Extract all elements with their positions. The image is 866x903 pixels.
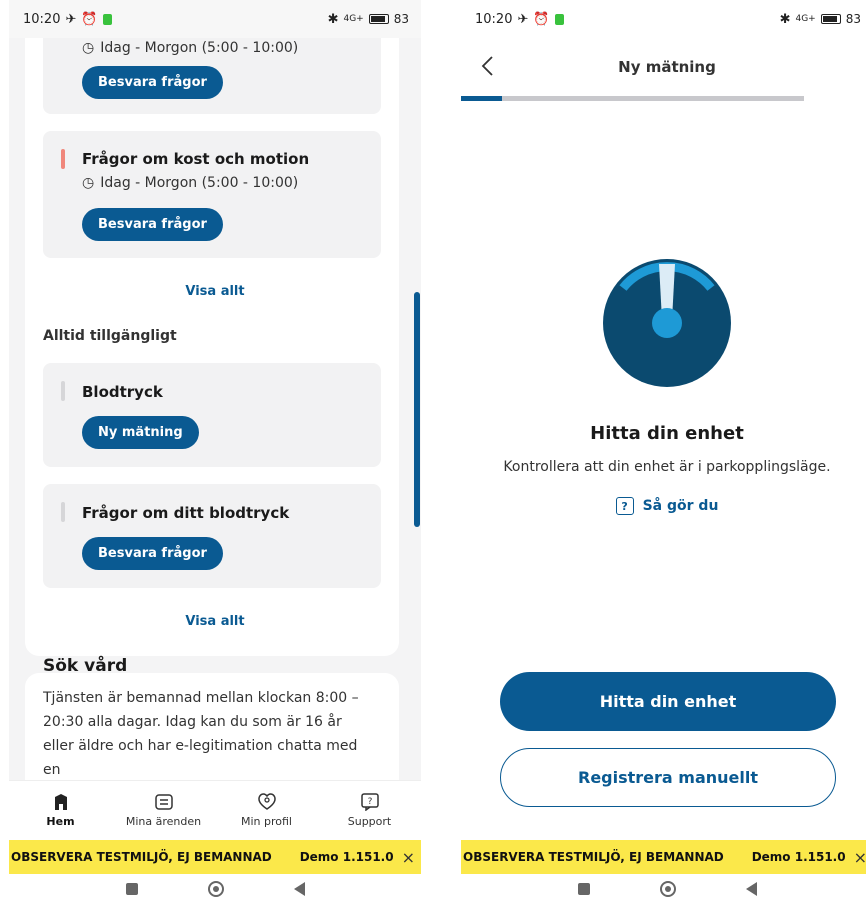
bluetooth-icon: ✱ xyxy=(779,11,791,27)
task-card: ◷ Idag - Morgon (5:00 - 10:00) Besvara f… xyxy=(43,38,381,114)
home-button[interactable] xyxy=(207,880,224,897)
home-icon xyxy=(52,793,70,811)
signal-icon: 4G+ xyxy=(343,14,364,24)
scrollbar[interactable] xyxy=(414,292,420,527)
status-bar: 10:20 ✈ ⏰ ✱ 4G+ 83 xyxy=(9,0,421,38)
status-time: 10:20 xyxy=(475,11,513,27)
status-time: 10:20 xyxy=(23,11,61,27)
search-care-title: Sök vård xyxy=(43,656,128,676)
notification-icon: ✈ xyxy=(517,11,529,27)
item-title: Frågor om ditt blodtryck xyxy=(82,504,290,522)
alarm-icon: ⏰ xyxy=(533,11,550,27)
progress-fill xyxy=(461,96,503,101)
cases-icon xyxy=(154,793,173,811)
how-to-link[interactable]: ? Så gör du xyxy=(461,497,866,515)
top-bar: Ny mätning xyxy=(461,38,866,96)
task-title: Frågor om kost och motion xyxy=(82,150,310,168)
new-measurement-screen: 10:20 ✈ ⏰ ✱ 4G+ 83 Ny mätning Hitta din … xyxy=(461,0,866,903)
task-card: Frågor om kost och motion ◷ Idag - Morgo… xyxy=(43,131,381,258)
back-button[interactable] xyxy=(293,881,305,896)
pairing-instruction: Kontrollera att din enhet är i parkoppli… xyxy=(503,459,831,475)
back-chevron-icon[interactable] xyxy=(475,52,499,80)
system-navigation xyxy=(461,874,866,903)
home-button[interactable] xyxy=(659,880,676,897)
notification-icon: ✈ xyxy=(65,11,77,27)
battery-icon xyxy=(820,14,841,24)
answer-questions-button[interactable]: Besvara frågor xyxy=(82,66,223,99)
version-label: Demo 1.151.0 xyxy=(751,850,846,864)
close-icon[interactable]: × xyxy=(854,848,866,867)
search-care-text: Tjänsten är bemannad mellan klockan 8:00… xyxy=(43,690,359,778)
battery-level: 83 xyxy=(845,12,861,26)
svg-text:?: ? xyxy=(367,797,372,807)
task-time: ◷ Idag - Morgon (5:00 - 10:00) xyxy=(82,40,299,56)
nav-my-cases[interactable]: Mina ärenden xyxy=(112,781,215,840)
always-available-heading: Alltid tillgängligt xyxy=(43,328,177,344)
profile-icon xyxy=(257,793,276,811)
step-progress-bar xyxy=(461,96,804,101)
recent-apps-button[interactable] xyxy=(125,882,138,895)
bluetooth-icon: ✱ xyxy=(327,11,339,27)
nav-home[interactable]: Hem xyxy=(9,781,112,840)
support-icon: ? xyxy=(360,793,379,811)
battery-icon xyxy=(368,14,389,24)
show-all-link[interactable]: Visa allt xyxy=(9,614,421,629)
answer-questions-button[interactable]: Besvara frågor xyxy=(82,537,223,570)
battery-level: 83 xyxy=(393,12,409,26)
test-environment-banner: OBSERVERA TESTMILJÖ, EJ BEMANNAD Demo 1.… xyxy=(461,840,866,874)
help-icon: ? xyxy=(615,497,634,515)
show-all-link[interactable]: Visa allt xyxy=(9,284,421,299)
task-time: ◷ Idag - Morgon (5:00 - 10:00) xyxy=(82,175,299,191)
version-label: Demo 1.151.0 xyxy=(299,850,394,864)
item-indicator xyxy=(61,502,65,522)
find-device-button[interactable]: Hitta din enhet xyxy=(500,672,836,731)
signal-icon: 4G+ xyxy=(795,14,816,24)
page-title: Ny mätning xyxy=(618,58,716,76)
bottom-navigation: Hem Mina ärenden Min profil ? Support xyxy=(9,780,421,840)
urgency-indicator xyxy=(61,149,65,169)
item-title: Blodtryck xyxy=(82,383,163,401)
app-notification-icon xyxy=(554,13,564,25)
register-manually-button[interactable]: Registrera manuellt xyxy=(500,748,836,807)
status-bar: 10:20 ✈ ⏰ ✱ 4G+ 83 xyxy=(461,0,866,38)
item-indicator xyxy=(61,381,65,401)
alarm-icon: ⏰ xyxy=(81,11,98,27)
back-button[interactable] xyxy=(745,881,757,896)
banner-text: OBSERVERA TESTMILJÖ, EJ BEMANNAD xyxy=(11,850,272,864)
find-device-heading: Hitta din enhet xyxy=(590,423,744,444)
recent-apps-button[interactable] xyxy=(577,882,590,895)
close-icon[interactable]: × xyxy=(402,848,415,867)
always-item-card: Blodtryck Ny mätning xyxy=(43,363,381,467)
nav-my-profile[interactable]: Min profil xyxy=(215,781,318,840)
device-gauge-icon xyxy=(602,258,732,388)
test-environment-banner: OBSERVERA TESTMILJÖ, EJ BEMANNAD Demo 1.… xyxy=(9,840,421,874)
always-item-card: Frågor om ditt blodtryck Besvara frågor xyxy=(43,484,381,588)
answer-questions-button[interactable]: Besvara frågor xyxy=(82,208,223,241)
home-screen: 10:20 ✈ ⏰ ✱ 4G+ 83 ◷ Idag - Morgon (5:00… xyxy=(9,0,421,903)
new-measurement-button[interactable]: Ny mätning xyxy=(82,416,199,449)
clock-icon: ◷ xyxy=(82,40,95,56)
system-navigation xyxy=(9,874,421,903)
clock-icon: ◷ xyxy=(82,175,95,191)
nav-support[interactable]: ? Support xyxy=(318,781,421,840)
banner-text: OBSERVERA TESTMILJÖ, EJ BEMANNAD xyxy=(463,850,724,864)
app-notification-icon xyxy=(102,13,112,25)
